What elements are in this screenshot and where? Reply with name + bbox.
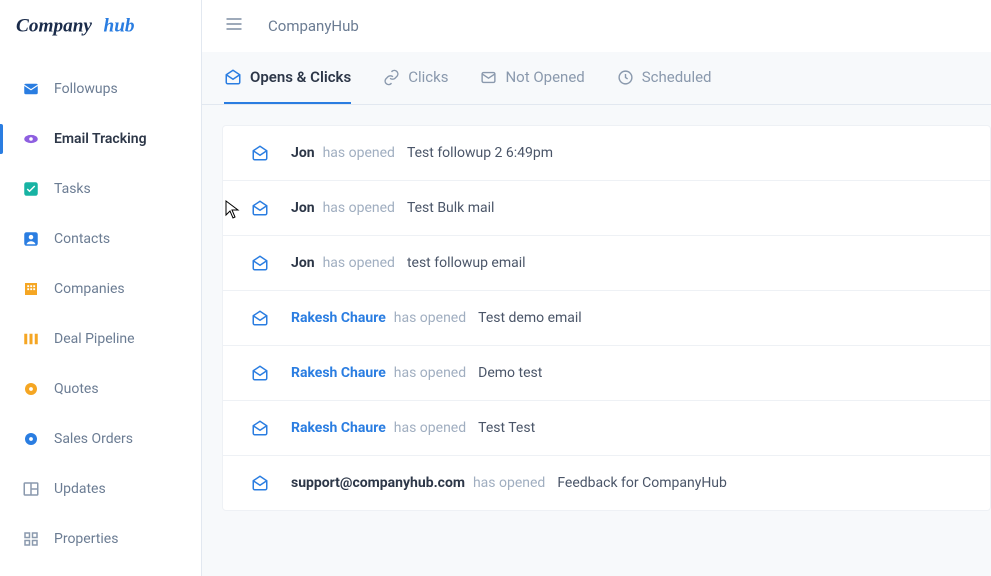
sidebar-item-label: Updates: [54, 481, 106, 497]
grid-icon: [22, 530, 40, 548]
sidebar-item-companies[interactable]: Companies: [0, 264, 201, 314]
event-row[interactable]: Rakesh Chaure has opened Test demo email: [223, 291, 990, 346]
event-who: Jon: [291, 200, 315, 216]
svg-text:hub: hub: [104, 15, 135, 36]
sidebar-item-label: Quotes: [54, 381, 99, 397]
sidebar-item-label: Deal Pipeline: [54, 331, 135, 347]
event-action: has opened: [394, 420, 466, 436]
sidebar-item-tasks[interactable]: Tasks: [0, 164, 201, 214]
tab-label: Scheduled: [642, 68, 712, 86]
main: CompanyHub Opens & Clicks Clicks Not Ope…: [202, 0, 991, 576]
event-who[interactable]: Rakesh Chaure: [291, 420, 386, 436]
gear-icon: [22, 430, 40, 448]
sidebar-item-deal-pipeline[interactable]: Deal Pipeline: [0, 314, 201, 364]
page-title: CompanyHub: [268, 17, 359, 35]
event-action: has opened: [323, 145, 395, 161]
tabs: Opens & Clicks Clicks Not Opened Schedul…: [202, 52, 991, 105]
event-row[interactable]: Jon has opened Test followup 2 6:49pm: [223, 126, 990, 181]
mail-open-icon: [251, 419, 269, 437]
event-row[interactable]: Rakesh Chaure has opened Test Test: [223, 401, 990, 456]
event-subject: Test followup 2 6:49pm: [407, 145, 553, 161]
columns-icon: [22, 330, 40, 348]
event-row[interactable]: Rakesh Chaure has opened Demo test: [223, 346, 990, 401]
event-list: Jon has opened Test followup 2 6:49pm Jo…: [222, 125, 991, 511]
layout-icon: [22, 480, 40, 498]
sidebar-item-updates[interactable]: Updates: [0, 464, 201, 514]
tab-opens-clicks[interactable]: Opens & Clicks: [224, 52, 351, 104]
tab-label: Opens & Clicks: [250, 68, 351, 86]
mail-icon: [22, 80, 40, 98]
brand-logo: Company hub: [0, 0, 201, 52]
svg-text:Company: Company: [16, 15, 92, 36]
event-subject: Feedback for CompanyHub: [557, 475, 727, 491]
event-subject: Test demo email: [478, 310, 582, 326]
mail-open-icon: [251, 199, 269, 217]
event-subject: Test Test: [478, 420, 535, 436]
event-action: has opened: [394, 310, 466, 326]
sidebar-item-contacts[interactable]: Contacts: [0, 214, 201, 264]
sidebar-item-label: Sales Orders: [54, 431, 133, 447]
person-icon: [22, 230, 40, 248]
mail-icon: [480, 69, 497, 86]
sidebar-nav: Followups Email Tracking Tasks Contacts: [0, 52, 201, 576]
tab-clicks[interactable]: Clicks: [383, 52, 448, 104]
sidebar-item-label: Contacts: [54, 231, 110, 247]
event-row[interactable]: Jon has opened Test Bulk mail: [223, 181, 990, 236]
sidebar-item-label: Followups: [54, 81, 118, 97]
sidebar-item-quotes[interactable]: Quotes: [0, 364, 201, 414]
hamburger-icon[interactable]: [224, 14, 244, 38]
content: Jon has opened Test followup 2 6:49pm Jo…: [202, 105, 991, 511]
event-who[interactable]: Rakesh Chaure: [291, 310, 386, 326]
clock-icon: [617, 69, 634, 86]
sidebar-item-label: Properties: [54, 531, 118, 547]
mail-open-icon: [251, 254, 269, 272]
tab-label: Clicks: [408, 68, 448, 86]
mail-open-icon: [224, 68, 242, 86]
eye-icon: [22, 130, 40, 148]
event-who[interactable]: Rakesh Chaure: [291, 365, 386, 381]
event-row[interactable]: support@companyhub.com has opened Feedba…: [223, 456, 990, 510]
sidebar-item-label: Companies: [54, 281, 125, 297]
event-action: has opened: [394, 365, 466, 381]
sidebar-item-label: Tasks: [54, 181, 91, 197]
mail-open-icon: [251, 309, 269, 327]
event-who: Jon: [291, 145, 315, 161]
event-who: Jon: [291, 255, 315, 271]
sidebar-item-email-tracking[interactable]: Email Tracking: [0, 114, 201, 164]
mail-open-icon: [251, 364, 269, 382]
sidebar-item-sales-orders[interactable]: Sales Orders: [0, 414, 201, 464]
event-action: has opened: [323, 200, 395, 216]
event-subject: Test Bulk mail: [407, 200, 495, 216]
sidebar: Company hub Followups Email Tracking: [0, 0, 202, 576]
tab-label: Not Opened: [505, 68, 584, 86]
sidebar-item-followups[interactable]: Followups: [0, 64, 201, 114]
event-row[interactable]: Jon has opened test followup email: [223, 236, 990, 291]
tab-scheduled[interactable]: Scheduled: [617, 52, 712, 104]
event-subject: test followup email: [407, 255, 526, 271]
tab-not-opened[interactable]: Not Opened: [480, 52, 584, 104]
mail-open-icon: [251, 474, 269, 492]
link-icon: [383, 69, 400, 86]
event-action: has opened: [473, 475, 545, 491]
event-who: support@companyhub.com: [291, 475, 465, 491]
sidebar-item-label: Email Tracking: [54, 131, 147, 147]
mail-open-icon: [251, 144, 269, 162]
event-subject: Demo test: [478, 365, 542, 381]
check-icon: [22, 180, 40, 198]
topbar: CompanyHub: [202, 0, 991, 52]
gear-icon: [22, 380, 40, 398]
sidebar-item-properties[interactable]: Properties: [0, 514, 201, 564]
event-action: has opened: [323, 255, 395, 271]
building-icon: [22, 280, 40, 298]
